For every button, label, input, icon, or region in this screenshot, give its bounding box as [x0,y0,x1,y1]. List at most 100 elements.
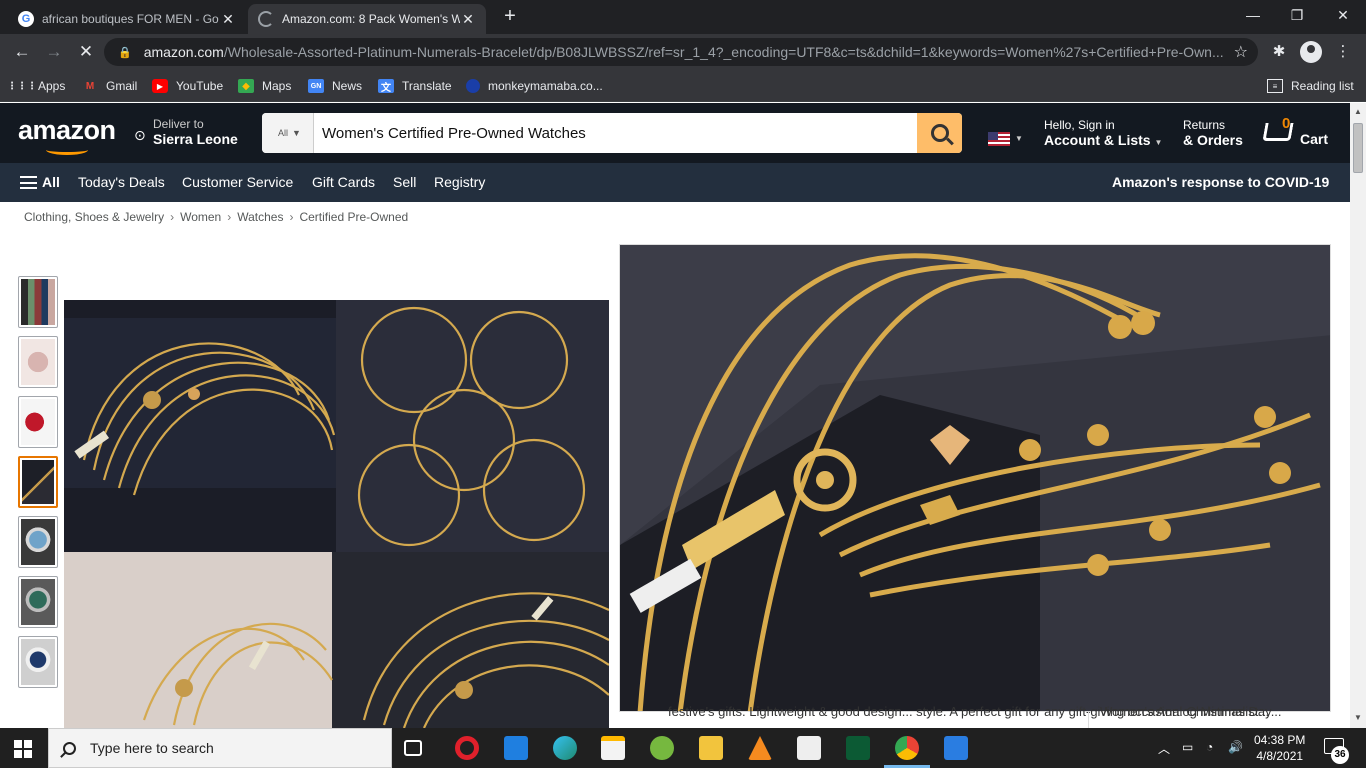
notification-count-badge: 36 [1331,746,1349,764]
nav-todays-deals[interactable]: Today's Deals [78,174,165,190]
back-button[interactable]: ← [10,40,34,64]
close-window-button[interactable]: ✕ [1320,0,1366,30]
lock-icon: 🔒 [118,46,132,59]
vlc-icon[interactable] [748,736,772,760]
opera-icon[interactable] [455,736,479,760]
tab-strip: G african boutiques FOR MEN - Go ✕ Amazo… [0,0,1366,34]
close-tab-icon[interactable]: ✕ [460,11,476,28]
cart[interactable]: 0 Cart [1262,115,1342,155]
returns-orders[interactable]: Returns & Orders [1183,118,1243,148]
photos-icon[interactable] [944,736,968,760]
nav-all[interactable]: All [42,174,60,190]
product-thumbnail[interactable] [18,576,58,628]
tab-amazon[interactable]: Amazon.com: 8 Pack Women's W ✕ [248,4,486,34]
amazon-nav: All Today's Deals Customer Service Gift … [0,163,1350,202]
covid-response-link[interactable]: Amazon's response to COVID-19 [1112,174,1329,190]
scroll-up-icon[interactable]: ▲ [1354,107,1362,116]
divider [1088,712,1089,728]
scrollbar-thumb[interactable] [1353,123,1363,173]
us-flag-icon[interactable] [988,132,1010,146]
product-main-image[interactable] [64,300,609,728]
product-thumbnail[interactable] [18,276,58,328]
breadcrumb-item[interactable]: Watches [237,210,283,224]
amazon-smile-icon [46,145,88,155]
tray-chevron-icon[interactable]: ︿ [1158,740,1170,757]
product-thumbnail[interactable] [18,516,58,568]
game-icon[interactable] [797,736,821,760]
breadcrumb: Clothing, Shoes & Jewelry › Women › Watches ›… [24,210,408,224]
bookmark-apps[interactable]: ⋮⋮⋮ Apps [7,76,65,96]
nav-customer-service[interactable]: Customer Service [182,174,293,190]
product-thumbnail[interactable] [18,336,58,388]
windows-start-icon[interactable] [14,740,32,758]
nav-gift-cards[interactable]: Gift Cards [312,174,375,190]
bookmark-star-icon[interactable]: ☆ [1234,42,1248,62]
battery-icon[interactable]: ▭ [1182,740,1193,754]
search-icon [63,741,76,755]
search-icon [930,124,949,142]
google-icon: G [18,11,34,27]
breadcrumb-item[interactable]: Clothing, Shoes & Jewelry [24,210,164,224]
reading-list[interactable]: ≡ Reading list [1267,76,1354,96]
caret-down-icon: ▼ [292,128,301,138]
nav-registry[interactable]: Registry [434,174,485,190]
site-icon [466,79,480,93]
search-bar: All ▼ Women's Certified Pre-Owned Watches [262,113,962,153]
bookmark-monkeymamaba[interactable]: monkeymamaba.co... [466,76,603,96]
bookmark-maps[interactable]: ◆ Maps [238,76,291,96]
search-button[interactable] [917,113,962,153]
task-view-icon[interactable] [404,740,422,756]
mail-icon[interactable] [504,736,528,760]
search-input[interactable]: Women's Certified Pre-Owned Watches [314,113,917,153]
bookmark-news[interactable]: GN News [308,76,362,96]
hamburger-icon[interactable] [20,176,37,189]
amazon-header: amazon ⊙ Deliver to Sierra Leone All ▼ Wo… [0,103,1350,163]
bookmark-youtube[interactable]: ▶ YouTube [152,76,223,96]
tab-title: african boutiques FOR MEN - Go [42,12,219,26]
product-thumbnail-selected[interactable] [18,456,58,508]
news-icon: GN [308,79,324,93]
stop-button[interactable]: ✕ [74,40,98,64]
product-thumbnail[interactable] [18,636,58,688]
store-icon[interactable] [601,736,625,760]
translate-icon: 文 [378,79,394,94]
restore-button[interactable]: ❐ [1274,0,1320,30]
chrome-icon[interactable] [895,736,919,760]
profile-avatar[interactable] [1300,41,1322,63]
chevron-right-icon: › [170,210,175,224]
file-explorer-icon[interactable] [699,736,723,760]
tab-google-search[interactable]: G african boutiques FOR MEN - Go ✕ [8,4,246,34]
bookmark-gmail[interactable]: M Gmail [82,76,138,96]
youtube-icon: ▶ [152,79,168,93]
gmail-icon: M [85,80,95,92]
breadcrumb-item[interactable]: Certified Pre-Owned [299,210,408,224]
volume-icon[interactable]: 🔊 [1228,740,1243,754]
utorrent-icon[interactable] [650,736,674,760]
amazon-logo[interactable]: amazon [18,115,116,146]
menu-kebab-icon[interactable]: ⋮ [1332,41,1354,63]
minimize-button[interactable]: — [1230,0,1276,30]
bookmark-translate[interactable]: 文 Translate [378,76,452,96]
nav-sell[interactable]: Sell [393,174,416,190]
system-clock[interactable]: 04:38 PM 4/8/2021 [1254,732,1305,764]
extensions-icon[interactable]: ✱ [1268,41,1290,63]
search-category-dropdown[interactable]: All ▼ [262,113,314,153]
edge-icon[interactable] [553,736,577,760]
bookmarks-bar: ⋮⋮⋮ Apps M Gmail ▶ YouTube ◆ Maps GN News 文 Tr… [0,70,1366,102]
address-bar[interactable]: 🔒 amazon.com/Wholesale-Assorted-Platinum… [104,38,1258,66]
product-thumbnail[interactable] [18,396,58,448]
forward-button[interactable]: → [42,40,66,64]
account-lists[interactable]: Hello, Sign in Account & Lists ▼ [1044,118,1162,150]
taskbar-search-input[interactable]: Type here to search [48,728,392,768]
chevron-right-icon: › [289,210,294,224]
new-tab-button[interactable]: + [500,6,520,26]
product-zoom-image[interactable] [619,244,1331,712]
page-scrollbar[interactable]: ▲ ▼ [1350,103,1366,728]
wifi-icon[interactable]: ◔ [1206,740,1213,754]
breadcrumb-item[interactable]: Women [180,210,221,224]
scroll-down-icon[interactable]: ▼ [1354,713,1362,722]
solitaire-icon[interactable] [846,736,870,760]
related-product-snippet[interactable]: Women's Analog Minimalist... [1100,704,1269,719]
deliver-to[interactable]: ⊙ Deliver to Sierra Leone [134,117,238,147]
close-tab-icon[interactable]: ✕ [220,11,236,28]
